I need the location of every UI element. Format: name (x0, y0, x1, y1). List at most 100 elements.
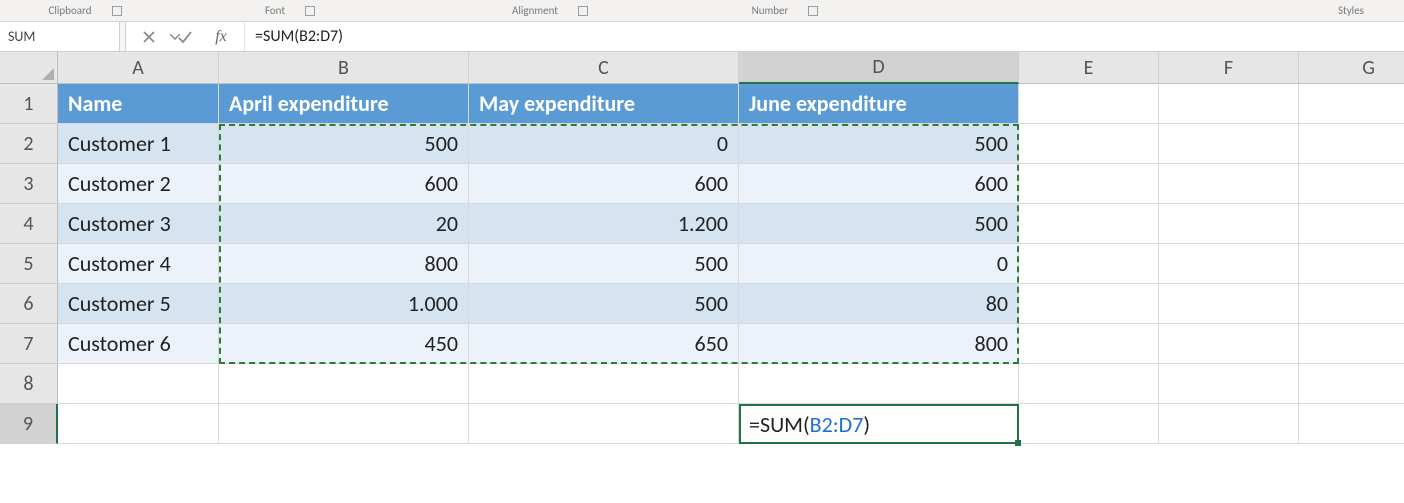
cell-D3[interactable]: 600 (739, 164, 1019, 204)
cell-D5[interactable]: 0 (739, 244, 1019, 284)
cell-F7[interactable] (1159, 324, 1299, 364)
cell-E8[interactable] (1019, 364, 1159, 404)
column-header-B[interactable]: B (219, 52, 469, 84)
cell-G1[interactable] (1299, 84, 1404, 124)
cell-A8[interactable] (58, 364, 219, 404)
row-header-7[interactable]: 7 (0, 324, 58, 364)
cell-C4[interactable]: 1.200 (469, 204, 739, 244)
row-header-9[interactable]: 9 (0, 404, 58, 444)
enter-icon[interactable] (176, 28, 194, 46)
formula-reference: B2:D7 (810, 411, 864, 438)
cell-B4[interactable]: 20 (219, 204, 469, 244)
cell-A1[interactable]: Name (58, 84, 219, 124)
ribbon-group-label: Font (265, 4, 285, 17)
cell-D6[interactable]: 80 (739, 284, 1019, 324)
cell-D8[interactable] (739, 364, 1019, 404)
select-all-corner[interactable] (0, 52, 58, 84)
table-row: Customer 6 450 650 800 (58, 324, 1404, 364)
cell-B6[interactable]: 1.000 (219, 284, 469, 324)
cell-E7[interactable] (1019, 324, 1159, 364)
cell-E4[interactable] (1019, 204, 1159, 244)
cell-F6[interactable] (1159, 284, 1299, 324)
cell-G8[interactable] (1299, 364, 1404, 404)
row-header-4[interactable]: 4 (0, 204, 58, 244)
cell-B7[interactable]: 450 (219, 324, 469, 364)
cell-C8[interactable] (469, 364, 739, 404)
cell-B2[interactable]: 500 (219, 124, 469, 164)
dialog-launcher-icon[interactable] (305, 6, 315, 16)
row-header-1[interactable]: 1 (0, 84, 58, 124)
column-header-F[interactable]: F (1159, 52, 1299, 84)
cell-G6[interactable] (1299, 284, 1404, 324)
table-row (58, 364, 1404, 404)
cell-A4[interactable]: Customer 3 (58, 204, 219, 244)
cell-B9[interactable] (219, 404, 469, 444)
cell-D7[interactable]: 800 (739, 324, 1019, 364)
cell-E6[interactable] (1019, 284, 1159, 324)
cell-E1[interactable] (1019, 84, 1159, 124)
cell-E3[interactable] (1019, 164, 1159, 204)
row-header-2[interactable]: 2 (0, 124, 58, 164)
cell-A9[interactable] (58, 404, 219, 444)
formula-bar-buttons: fx (126, 22, 245, 51)
cell-G4[interactable] (1299, 204, 1404, 244)
ribbon-group-number[interactable]: Number (690, 4, 880, 17)
formula-suffix: ) (863, 411, 870, 438)
cell-A2[interactable]: Customer 1 (58, 124, 219, 164)
cell-E9[interactable] (1019, 404, 1159, 444)
column-header-A[interactable]: A (58, 52, 219, 84)
row-header-6[interactable]: 6 (0, 284, 58, 324)
name-box[interactable] (0, 22, 120, 51)
fx-icon[interactable]: fx (212, 28, 230, 46)
dialog-launcher-icon[interactable] (808, 6, 818, 16)
cell-B1[interactable]: April expenditure (219, 84, 469, 124)
cell-E2[interactable] (1019, 124, 1159, 164)
cell-F5[interactable] (1159, 244, 1299, 284)
cell-F2[interactable] (1159, 124, 1299, 164)
cell-A6[interactable]: Customer 5 (58, 284, 219, 324)
cell-E5[interactable] (1019, 244, 1159, 284)
cell-F9[interactable] (1159, 404, 1299, 444)
column-header-G[interactable]: G (1299, 52, 1404, 84)
dialog-launcher-icon[interactable] (112, 6, 122, 16)
cell-D4[interactable]: 500 (739, 204, 1019, 244)
row-header-3[interactable]: 3 (0, 164, 58, 204)
cell-C2[interactable]: 0 (469, 124, 739, 164)
cell-F1[interactable] (1159, 84, 1299, 124)
cell-G2[interactable] (1299, 124, 1404, 164)
cell-D1[interactable]: June expenditure (739, 84, 1019, 124)
cell-B3[interactable]: 600 (219, 164, 469, 204)
row-header-8[interactable]: 8 (0, 364, 58, 404)
cell-G5[interactable] (1299, 244, 1404, 284)
ribbon-group-styles[interactable]: Styles (880, 4, 1404, 17)
cancel-icon[interactable] (140, 28, 158, 46)
cell-F8[interactable] (1159, 364, 1299, 404)
column-header-D[interactable]: D (739, 52, 1019, 84)
cell-G7[interactable] (1299, 324, 1404, 364)
cell-C6[interactable]: 500 (469, 284, 739, 324)
cell-F3[interactable] (1159, 164, 1299, 204)
cell-G3[interactable] (1299, 164, 1404, 204)
cell-C3[interactable]: 600 (469, 164, 739, 204)
ribbon-group-font[interactable]: Font (170, 4, 410, 17)
cell-C7[interactable]: 650 (469, 324, 739, 364)
cell-G9[interactable] (1299, 404, 1404, 444)
cell-C5[interactable]: 500 (469, 244, 739, 284)
cell-D2[interactable]: 500 (739, 124, 1019, 164)
cell-C9[interactable] (469, 404, 739, 444)
column-header-E[interactable]: E (1019, 52, 1159, 84)
cell-A7[interactable]: Customer 6 (58, 324, 219, 364)
cell-B5[interactable]: 800 (219, 244, 469, 284)
cell-A5[interactable]: Customer 4 (58, 244, 219, 284)
cell-B8[interactable] (219, 364, 469, 404)
cell-A3[interactable]: Customer 2 (58, 164, 219, 204)
cell-F4[interactable] (1159, 204, 1299, 244)
column-header-C[interactable]: C (469, 52, 739, 84)
row-header-5[interactable]: 5 (0, 244, 58, 284)
ribbon-group-clipboard[interactable]: Clipboard (0, 4, 170, 17)
ribbon-group-alignment[interactable]: Alignment (410, 4, 690, 17)
formula-input[interactable] (245, 22, 1404, 51)
cell-C1[interactable]: May expenditure (469, 84, 739, 124)
dialog-launcher-icon[interactable] (578, 6, 588, 16)
column-headers: A B C D E F G (58, 52, 1404, 84)
